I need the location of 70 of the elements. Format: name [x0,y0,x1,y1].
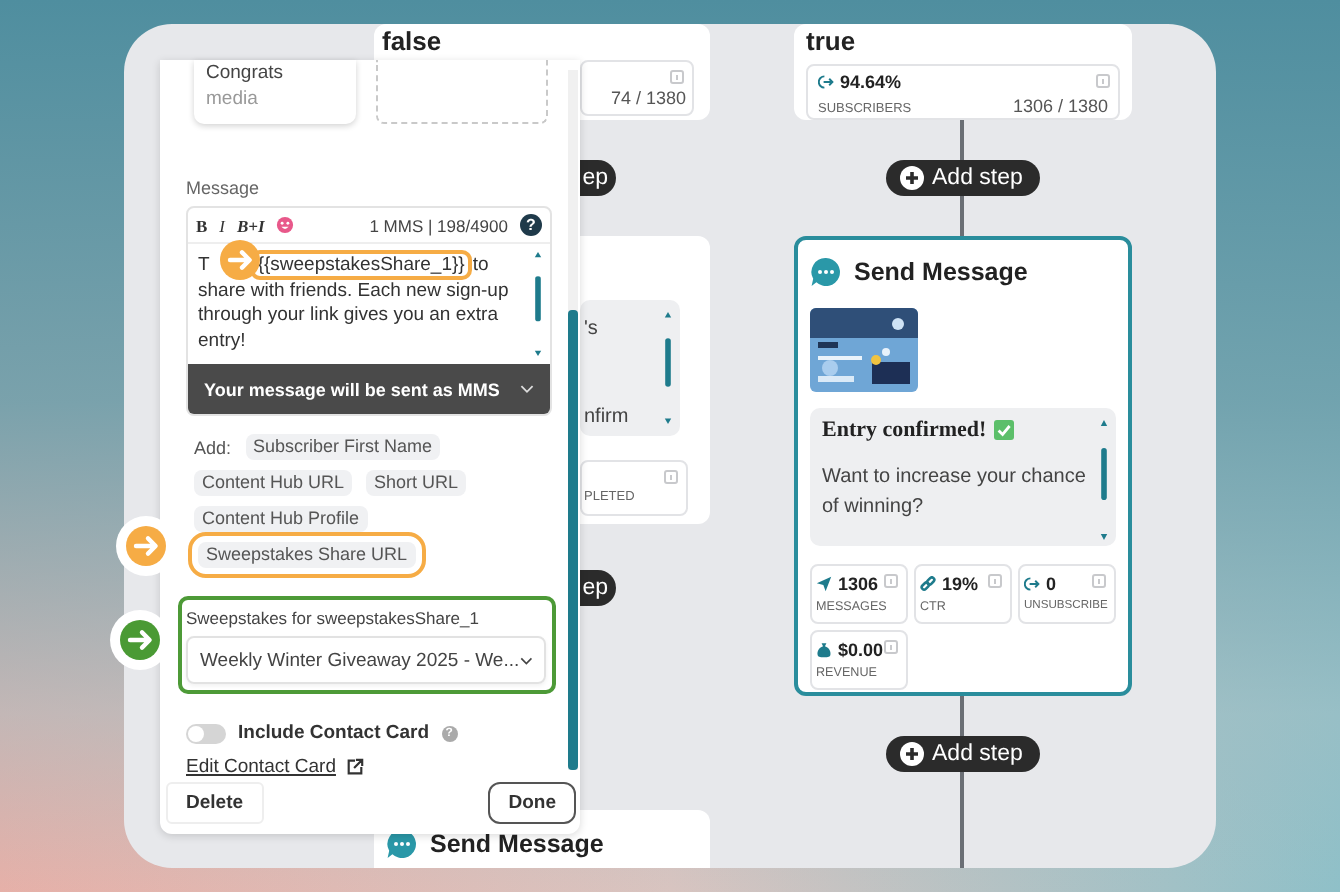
drop-zone[interactable] [376,60,548,124]
external-link-icon [345,758,364,776]
emoji-icon [276,216,295,234]
insert-chip[interactable]: Content Hub URL [194,470,353,496]
toggle-label: Include Contact Card [238,722,430,744]
link-icon [920,576,936,592]
character-counter: 1 MMS | 198/4900 [369,215,508,235]
preview-text: Want to increase your chance of winning? [822,464,1088,522]
chevron-down-icon [519,655,532,665]
media-card[interactable]: Congrats media [194,60,356,124]
dropdown-value: Weekly Winter Giveaway 2025 - We... [200,649,520,671]
format-button[interactable]: I [219,215,226,235]
add-step-button[interactable]: Add step [886,736,1040,772]
info-icon [988,574,1002,588]
money-bag-icon [816,642,832,658]
add-icon [900,742,924,766]
add-step-button[interactable]: ep [580,570,616,606]
scrollbar [534,252,542,356]
stat-count: 74 / 1380 [610,88,686,108]
send-icon [816,576,832,592]
scrollbar[interactable] [568,70,578,770]
stat-value: 19% [942,574,979,594]
scrollbar [1100,420,1108,540]
message-editor[interactable]: B I B+I 1 MMS | 198/4900 ? T {{sweepstakesShare_1}} to share with friends. Each new sign-up through your link gives you an extra entry! Your message will be sent as MMS [186,206,552,416]
toggle-switch[interactable] [186,723,226,743]
insert-chip[interactable]: Content Hub Profile [194,506,368,532]
scrollbar [664,312,672,424]
format-button[interactable]: B [196,215,208,235]
edit-contact-link[interactable]: Edit Contact Card [186,756,336,778]
field-label: Message [186,178,262,198]
help-button[interactable]: ? [520,214,542,236]
info-icon [884,574,898,588]
preview-heading: Entry confirmed! [822,418,987,442]
stat-value: 0 [1046,574,1057,594]
insert-chip[interactable]: Sweepstakes Share URL [198,542,416,568]
insert-chip[interactable]: Subscriber First Name [245,434,441,460]
add-icon [900,166,924,190]
stat-value: 94.64% [840,72,902,92]
sweepstakes-dropdown[interactable]: Weekly Winter Giveaway 2025 - We... [186,636,546,684]
delete-button[interactable]: Delete [166,782,264,824]
info-icon [1092,574,1106,588]
notice-text: Your message will be sent as MMS [204,379,500,399]
info-icon [884,640,898,654]
preview-text: 's [584,318,600,342]
add-step-button[interactable]: ep [580,160,616,196]
add-label: Add: [194,437,232,457]
preview-text: nfirm [584,406,631,430]
node-title: false [382,28,444,56]
mms-notice-bar[interactable]: Your message will be sent as MMS [188,364,550,414]
stat-value: 1306 [838,574,879,594]
chat-bubble-icon [810,256,842,288]
chevron-down-icon [520,384,534,394]
info-icon [1096,74,1110,88]
info-icon [670,70,684,84]
enter-icon [818,74,834,90]
check-mark-icon [994,420,1015,440]
format-button[interactable]: B+I [237,215,265,235]
insert-chip[interactable]: Short URL [366,470,467,496]
media-subtitle: media [206,88,260,110]
step-title: Send Message [854,258,1028,286]
add-step-button[interactable]: Add step [886,160,1040,196]
exit-icon [1024,576,1040,592]
done-button[interactable]: Done [488,782,576,824]
stat-count: 1306 / 1380 [1012,96,1108,116]
stat-value: $0.00 [838,640,884,660]
field-label: Sweepstakes for sweepstakesShare_1 [186,608,481,628]
info-icon [664,470,678,484]
media-title: Congrats [206,62,286,84]
step-title: Send Message [430,830,604,858]
node-title: true [806,28,858,56]
